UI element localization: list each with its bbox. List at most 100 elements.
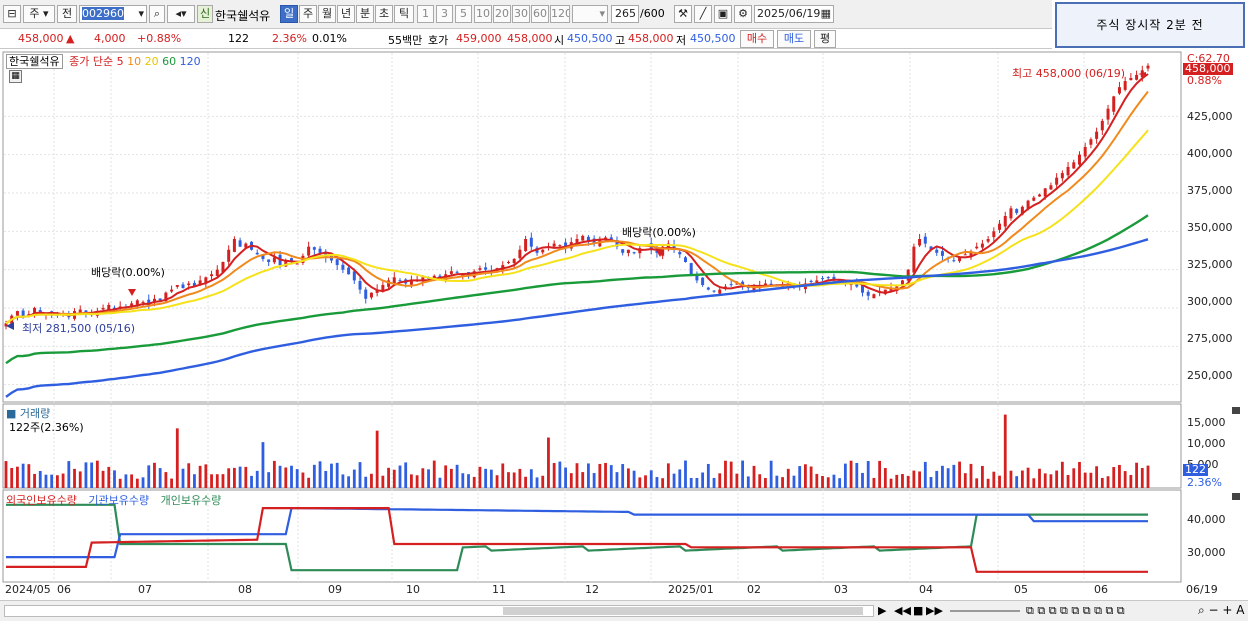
volume-bar <box>901 474 904 488</box>
draw-tool-icon[interactable]: ╱ <box>694 5 712 23</box>
candle-body <box>632 252 636 254</box>
x-tick: 10 <box>406 583 420 596</box>
save-icon[interactable]: ▣ <box>714 5 732 23</box>
step-60-button[interactable]: 60 <box>531 5 549 23</box>
period-month-tab[interactable]: 월 <box>318 5 336 23</box>
volume-bar <box>335 462 339 488</box>
volume-bar <box>175 428 179 488</box>
search-icon[interactable]: ⌕ <box>149 5 165 23</box>
fast-forward-icon[interactable]: ▶▶ <box>926 604 943 617</box>
custom-step-select[interactable]: ▾ <box>572 5 608 23</box>
sell-button[interactable]: 매도 <box>777 30 811 48</box>
custom-step-dropdown-icon: ▾ <box>599 7 605 20</box>
buy-button[interactable]: 매수 <box>740 30 774 48</box>
volume-bar <box>290 465 293 488</box>
step-10-button[interactable]: 10 <box>474 5 492 23</box>
period-week-tab[interactable]: 주 <box>299 5 317 23</box>
volume-bar <box>118 478 122 488</box>
open-label: 시 <box>554 34 565 47</box>
period-tick-tab[interactable]: 틱 <box>394 5 414 23</box>
volume-bar <box>312 464 316 488</box>
zoom-slider[interactable] <box>950 610 1020 612</box>
stock-code-input[interactable]: 002960 ▾ <box>79 5 147 23</box>
calculator-icon[interactable]: ▦ <box>9 70 22 83</box>
volume-bar <box>50 474 54 488</box>
candle-body <box>626 249 630 254</box>
candle-body <box>1038 194 1042 197</box>
volume-bar <box>392 469 396 488</box>
chart-canvas[interactable] <box>0 50 1248 621</box>
candle-body <box>170 289 174 292</box>
candle-body <box>581 235 585 241</box>
count-input[interactable]: 265 <box>611 5 639 23</box>
step-20-button[interactable]: 20 <box>493 5 511 23</box>
step-5-button[interactable]: 5 <box>455 5 472 23</box>
candle-body <box>826 277 830 279</box>
layout-icons[interactable]: ⧉ ⧉ ⧉ ⧉ ⧉ ⧉ ⧉ ⧉ ⧉ <box>1026 604 1125 618</box>
period-day-tab[interactable]: 일 <box>280 5 298 23</box>
panel-collapse-icon[interactable] <box>1232 493 1240 500</box>
candle-body <box>1003 216 1007 227</box>
jeon-button[interactable]: 전 <box>57 5 77 23</box>
candle-body <box>992 231 996 238</box>
candle-body <box>541 249 545 253</box>
volume-bar <box>666 463 670 488</box>
volume-bar <box>598 463 602 488</box>
volume-bar <box>164 472 168 488</box>
step-120-button[interactable]: 120 <box>550 5 570 23</box>
zoom-controls[interactable]: ⌕ − + A <box>1198 603 1244 618</box>
candle-body <box>872 294 876 299</box>
volume-bar <box>187 463 191 488</box>
volume-bar <box>872 477 876 488</box>
market-type-select[interactable]: 주 ▾ <box>23 5 55 23</box>
gear-icon[interactable]: ⚙ <box>734 5 752 23</box>
volume-bar <box>832 474 836 488</box>
volume-bar <box>581 472 585 488</box>
candle-body <box>1072 162 1076 169</box>
trade-amount: 55백만 <box>388 34 423 47</box>
volume-bar <box>489 469 493 488</box>
stock-code-value: 002960 <box>82 7 124 20</box>
scroll-thumb[interactable] <box>503 607 863 615</box>
volume-bar <box>941 465 944 488</box>
volume-bar <box>432 460 436 488</box>
shin-badge[interactable]: 신 <box>197 5 213 23</box>
eval-button[interactable]: 평 <box>814 30 836 48</box>
scroll-right-icon[interactable]: ▶ <box>878 604 886 617</box>
candle-body <box>364 289 368 299</box>
candle-body <box>1112 96 1116 112</box>
volume-bar <box>1020 470 1024 488</box>
chart-settings-icon[interactable]: ⚒ <box>674 5 692 23</box>
window-menu-icon[interactable]: ⊟ <box>3 5 21 23</box>
candle-body <box>227 249 231 262</box>
volume-bar <box>147 465 151 488</box>
sound-icon[interactable]: ◂▾ <box>167 5 195 23</box>
stop-icon[interactable]: ■ <box>913 604 923 617</box>
period-second-tab[interactable]: 초 <box>375 5 393 23</box>
y-tick: 375,000 <box>1187 184 1233 197</box>
volume-bar <box>861 472 864 488</box>
step-3-button[interactable]: 3 <box>436 5 453 23</box>
dividend-marker-1: 배당락(0.00%) <box>91 266 165 279</box>
x-tick: 08 <box>238 583 252 596</box>
date-picker[interactable]: 2025/06/19 ▦ <box>754 5 834 23</box>
chart-area[interactable] <box>0 50 1248 621</box>
candle-body <box>392 277 396 284</box>
panel-collapse-icon[interactable] <box>1232 407 1240 414</box>
volume-bar <box>849 460 853 488</box>
period-minute-tab[interactable]: 분 <box>356 5 374 23</box>
rewind-icon[interactable]: ◀◀ <box>894 604 911 617</box>
candle-body <box>335 259 339 266</box>
candle-body <box>998 223 1002 230</box>
volume-bar <box>107 466 111 488</box>
legend-stock-name[interactable]: 한국쉘석유 <box>6 54 63 69</box>
volume-bar <box>689 477 693 488</box>
volume-bar <box>1055 470 1059 488</box>
time-scrollbar[interactable] <box>4 605 874 617</box>
candle-body <box>255 252 259 255</box>
open-price: 450,500 <box>567 32 613 45</box>
candle-body <box>398 280 402 282</box>
step-1-button[interactable]: 1 <box>417 5 434 23</box>
step-30-button[interactable]: 30 <box>512 5 530 23</box>
period-year-tab[interactable]: 년 <box>337 5 355 23</box>
